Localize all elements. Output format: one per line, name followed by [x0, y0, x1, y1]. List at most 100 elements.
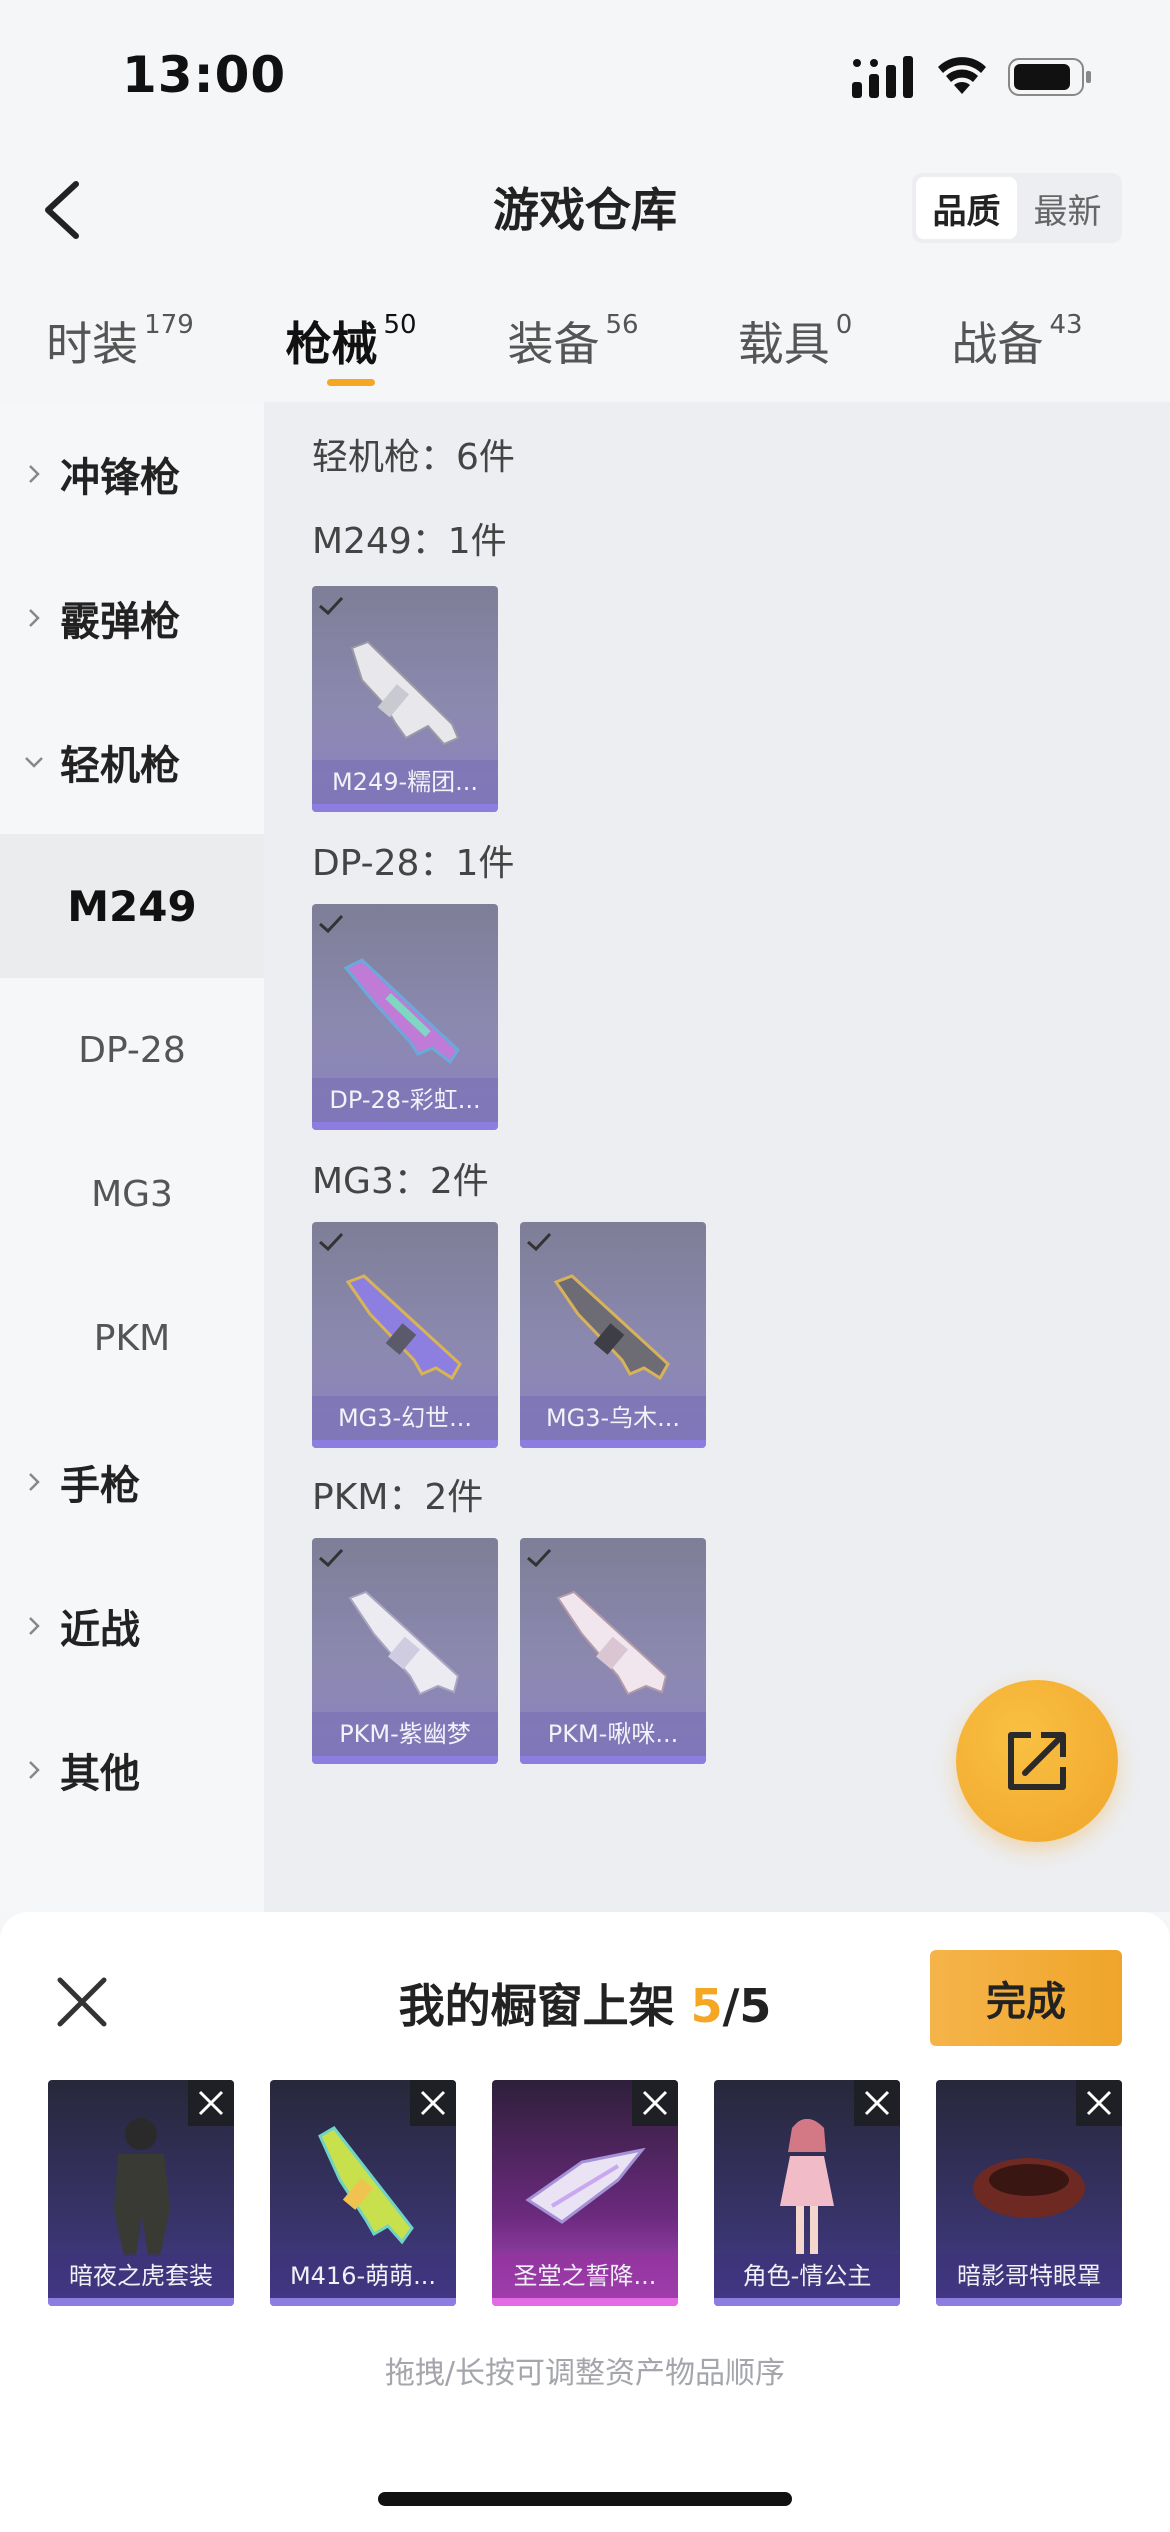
shelf-count-total: /5: [722, 1979, 772, 2033]
sidebar-subitem-pkm[interactable]: PKM: [0, 1266, 264, 1410]
shelf-item[interactable]: 暗夜之虎套装: [48, 2080, 234, 2306]
section-heading: 轻机枪：6件: [312, 437, 515, 478]
sheet-title-text: 我的橱窗上架: [398, 1979, 675, 2033]
close-icon: [198, 2090, 224, 2116]
eyepatch-image: [973, 2158, 1085, 2218]
shelf-item[interactable]: 暗影哥特眼罩: [936, 2080, 1122, 2306]
tab-count: 0: [835, 310, 853, 340]
sidebar-subitem-dp28[interactable]: DP-28: [0, 978, 264, 1122]
item-name: MG3-幻世...: [312, 1396, 498, 1440]
item-card[interactable]: MG3-乌木...: [520, 1222, 706, 1448]
shelf-item[interactable]: M416-萌萌...: [270, 2080, 456, 2306]
sidebar-item-label: 轻机枪: [60, 743, 180, 789]
remove-item-button[interactable]: [188, 2080, 234, 2126]
tab-count: 56: [605, 310, 639, 340]
sidebar-item-label: 霰弹枪: [60, 599, 180, 645]
rarity-bar: [48, 2298, 234, 2306]
group-title-m249: M249：1件: [312, 521, 507, 562]
outfit-image: [114, 2118, 170, 2256]
item-name: M249-糯团...: [312, 760, 498, 804]
rarity-bar: [312, 1440, 498, 1448]
tab-label: 载具: [737, 317, 830, 371]
tab-label: 装备: [507, 317, 600, 371]
sort-newest[interactable]: 最新: [1017, 177, 1118, 239]
shelf-item-name: 暗夜之虎套装: [48, 2254, 234, 2298]
tab-label: 时装: [46, 317, 139, 371]
sidebar-item-label: 近战: [60, 1607, 140, 1653]
remove-item-button[interactable]: [1076, 2080, 1122, 2126]
sidebar-item-smg[interactable]: 冲锋枪: [0, 402, 264, 546]
chevron-right-icon: [29, 609, 40, 627]
gun-image: [318, 2126, 414, 2245]
shelf-item[interactable]: 角色-情公主: [714, 2080, 900, 2306]
rarity-bar: [312, 1756, 498, 1764]
gun-image: [348, 1590, 460, 1696]
close-icon: [420, 2090, 446, 2116]
tab-label: 枪械: [285, 317, 378, 371]
tab-count: 179: [144, 310, 194, 340]
chevron-down-icon: [25, 757, 43, 768]
home-indicator: [378, 2492, 792, 2506]
remove-item-button[interactable]: [410, 2080, 456, 2126]
category-tabs: 时装 179 枪械 50 装备 56 载具 0 战备 43: [0, 290, 1170, 400]
tab-label: 战备: [951, 317, 1044, 371]
tab-equipment[interactable]: 装备 56: [462, 290, 684, 400]
shelf-item-name: 暗影哥特眼罩: [936, 2254, 1122, 2298]
chevron-right-icon: [29, 1761, 40, 1779]
reorder-hint: 拖拽/长按可调整资产物品顺序: [384, 2356, 786, 2391]
item-card[interactable]: PKM-紫幽梦: [312, 1538, 498, 1764]
status-time: 13:00: [122, 46, 287, 104]
item-card[interactable]: M249-糯团...: [312, 586, 498, 812]
rarity-bar: [520, 1440, 706, 1448]
close-icon: [642, 2090, 668, 2116]
gun-image: [553, 1274, 670, 1381]
sidebar-subitem-m249[interactable]: M249: [0, 834, 264, 978]
close-icon: [1086, 2090, 1112, 2116]
tab-fashion[interactable]: 时装 179: [0, 290, 240, 400]
item-name: PKM-紫幽梦: [312, 1712, 498, 1756]
chevron-right-icon: [29, 1473, 40, 1491]
sidebar-item-lmg[interactable]: 轻机枪: [0, 690, 264, 834]
shelf-item-name: 角色-情公主: [714, 2254, 900, 2298]
gun-image: [345, 1274, 462, 1381]
sidebar-item-melee[interactable]: 近战: [0, 1554, 264, 1698]
gun-image: [350, 640, 460, 746]
rarity-bar: [312, 804, 498, 812]
tab-gear[interactable]: 战备 43: [906, 290, 1128, 400]
done-button[interactable]: 完成: [930, 1950, 1122, 2046]
sort-toggle: 品质 最新: [912, 173, 1122, 243]
tab-count: 43: [1049, 310, 1083, 340]
glider-image: [525, 2147, 646, 2224]
rarity-bar: [312, 1122, 498, 1130]
sidebar-subitem-mg3[interactable]: MG3: [0, 1122, 264, 1266]
sidebar-item-pistol[interactable]: 手枪: [0, 1410, 264, 1554]
share-icon: [1008, 1732, 1066, 1790]
remove-item-button[interactable]: [632, 2080, 678, 2126]
gun-image: [556, 1590, 668, 1696]
remove-item-button[interactable]: [854, 2080, 900, 2126]
item-name: MG3-乌木...: [520, 1396, 706, 1440]
group-title-dp28: DP-28：1件: [312, 843, 515, 884]
tab-indicator: [327, 379, 375, 386]
tab-count: 50: [383, 310, 417, 340]
item-card[interactable]: PKM-啾咪...: [520, 1538, 706, 1764]
tab-vehicles[interactable]: 载具 0: [684, 290, 906, 400]
character-image: [780, 2119, 834, 2254]
sidebar-item-shotgun[interactable]: 霰弹枪: [0, 546, 264, 690]
sidebar-item-label: 其他: [60, 1751, 140, 1797]
item-card[interactable]: MG3-幻世...: [312, 1222, 498, 1448]
share-button[interactable]: [956, 1680, 1118, 1842]
item-name: DP-28-彩虹...: [312, 1078, 498, 1122]
sort-quality[interactable]: 品质: [916, 177, 1017, 239]
shelf-item[interactable]: 圣堂之誓降...: [492, 2080, 678, 2306]
rarity-bar: [492, 2298, 678, 2306]
shelf-item-name: 圣堂之誓降...: [492, 2254, 678, 2298]
showcase-sheet: 我的橱窗上架 5/5 完成 暗夜之虎套装 M416-萌萌... 圣堂之誓降...…: [0, 1912, 1170, 2532]
tab-guns[interactable]: 枪械 50: [240, 290, 462, 400]
item-card[interactable]: DP-28-彩虹...: [312, 904, 498, 1130]
sidebar-item-other[interactable]: 其他: [0, 1698, 264, 1842]
gun-image: [343, 958, 460, 1065]
chevron-right-icon: [29, 1617, 40, 1635]
sidebar: 冲锋枪 霰弹枪 轻机枪 M249 DP-28 MG3 PKM 手枪 近战 其他: [0, 402, 264, 1912]
group-title-mg3: MG3：2件: [312, 1161, 489, 1202]
